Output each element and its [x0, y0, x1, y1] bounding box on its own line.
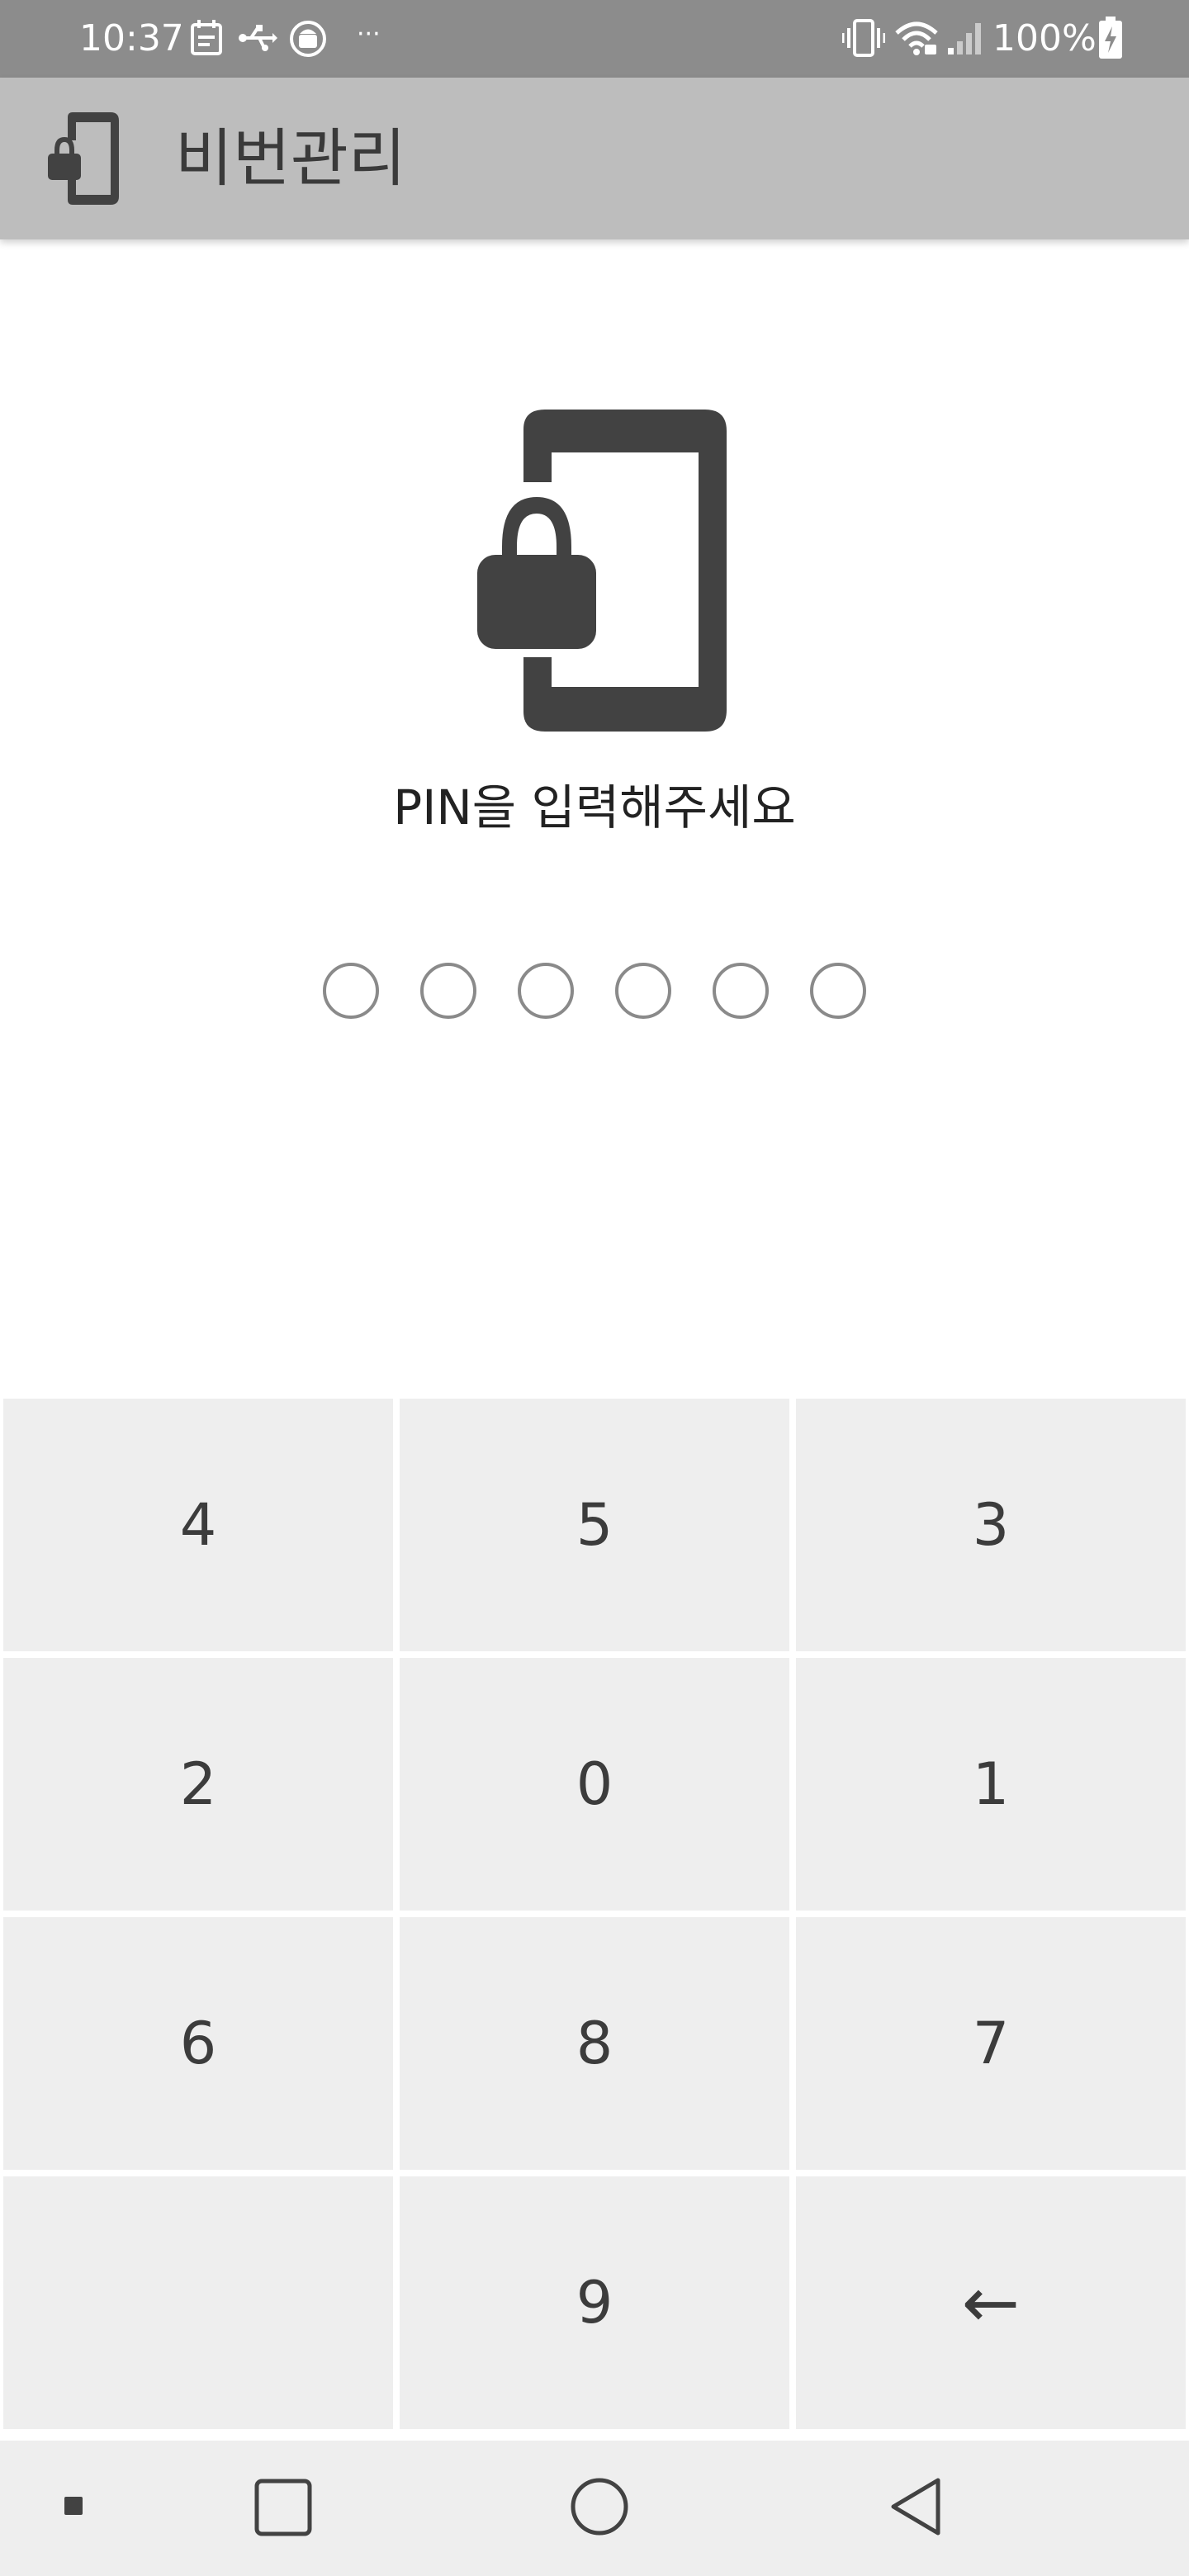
status-bar: 10:37 ··· 100% — [0, 0, 1189, 78]
android-debug-icon — [290, 21, 326, 57]
pin-prompt: PIN을 입력해주세요 — [393, 779, 796, 836]
wifi-icon — [895, 21, 938, 55]
recents-icon[interactable] — [254, 2479, 312, 2536]
battery-percent: 100% — [992, 17, 1097, 59]
key-8[interactable]: 8 — [400, 1917, 789, 2170]
key-3[interactable]: 3 — [796, 1399, 1186, 1651]
pin-indicator — [0, 963, 1189, 1019]
phone-lock-illustration-icon — [477, 410, 727, 732]
back-icon[interactable] — [888, 2477, 943, 2536]
key-blank — [3, 2176, 393, 2429]
key-0[interactable]: 0 — [400, 1658, 789, 1911]
signal-icon — [948, 23, 981, 54]
pin-dot — [323, 963, 379, 1019]
pin-dot — [518, 963, 574, 1019]
overflow-indicator: ··· — [357, 20, 381, 49]
pin-dot — [810, 963, 866, 1019]
key-1[interactable]: 1 — [796, 1658, 1186, 1911]
key-5[interactable]: 5 — [400, 1399, 789, 1651]
backspace-key[interactable]: ← — [796, 2176, 1186, 2429]
notification-dot-icon[interactable] — [64, 2497, 83, 2515]
vibrate-icon — [842, 19, 885, 57]
navigation-bar — [0, 2441, 1189, 2576]
key-9[interactable]: 9 — [400, 2176, 789, 2429]
pin-dot — [420, 963, 476, 1019]
app-bar: 비번관리 — [0, 78, 1189, 239]
calendar-icon — [191, 20, 222, 55]
pin-dot — [615, 963, 671, 1019]
key-4[interactable]: 4 — [3, 1399, 393, 1651]
phone-lock-icon — [48, 112, 119, 205]
status-time: 10:37 — [79, 17, 184, 59]
pin-keypad: 4 5 3 2 0 1 6 8 7 9 ← — [0, 1399, 1189, 2436]
key-2[interactable]: 2 — [3, 1658, 393, 1911]
home-icon[interactable] — [570, 2477, 629, 2536]
usb-icon — [239, 25, 277, 51]
pin-dot — [713, 963, 769, 1019]
app-title: 비번관리 — [175, 121, 406, 195]
key-7[interactable]: 7 — [796, 1917, 1186, 2170]
battery-charging-icon — [1099, 17, 1122, 59]
pin-lock-screen: 10:37 ··· 100% 비번관리 PIN을 입력해주세요 4 5 3 2 … — [0, 0, 1189, 2576]
key-6[interactable]: 6 — [3, 1917, 393, 2170]
